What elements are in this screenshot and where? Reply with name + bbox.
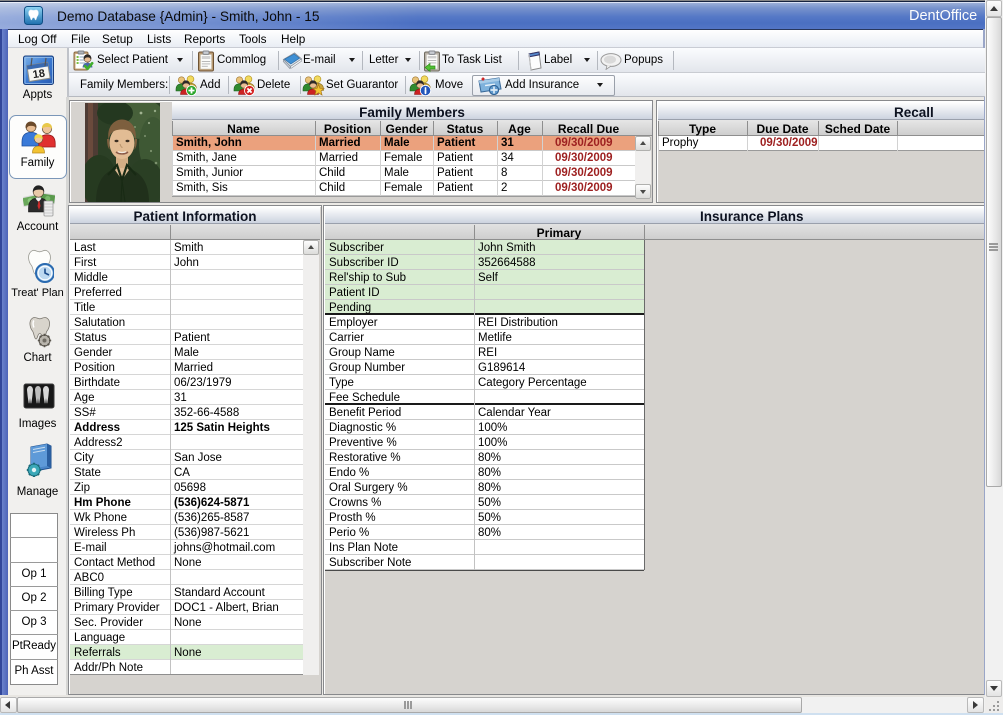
- svg-text:18: 18: [32, 68, 46, 82]
